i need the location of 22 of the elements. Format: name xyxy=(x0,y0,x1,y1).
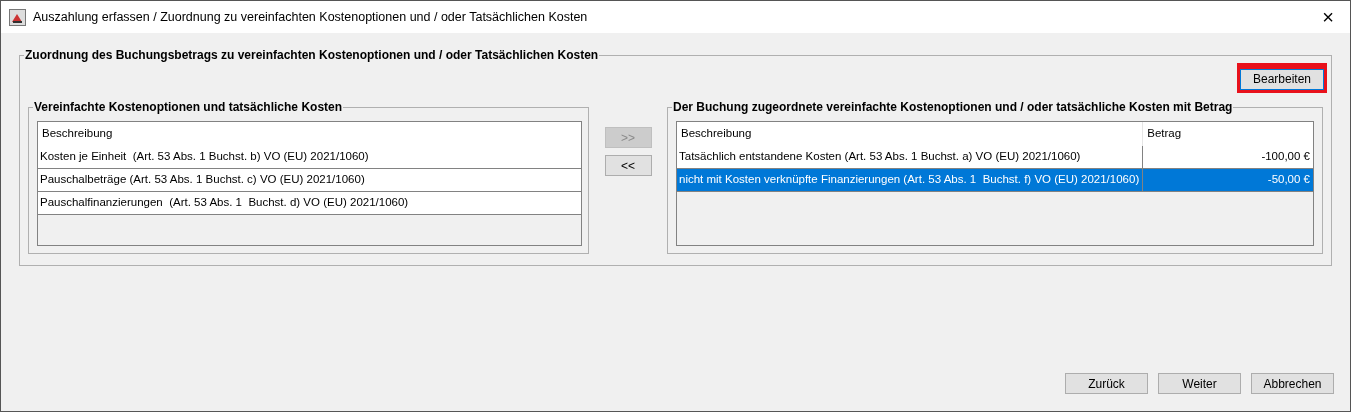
table-row[interactable]: Pauschalbeträge (Art. 53 Abs. 1 Buchst. c) VO (EU) 2021/1060) xyxy=(38,169,581,191)
panel-title: Vereinfachte Kostenoptionen und tatsächliche Kosten xyxy=(33,99,344,115)
table-row[interactable]: Pauschalfinanzierungen (Art. 53 Abs. 1 Buchst. d) VO (EU) 2021/1060) xyxy=(38,192,581,214)
table-cell-text: -100,00 € xyxy=(1260,149,1311,165)
footer-button[interactable]: Abbrechen xyxy=(1251,373,1334,394)
footer-button[interactable]: Zurück xyxy=(1065,373,1148,394)
table-cell: nicht mit Kosten verknüpfte Finanzierungen (Art. 53 Abs. 1 Buchst. f) VO (EU) 2021/1060) xyxy=(677,169,1144,191)
column-header[interactable]: Betrag xyxy=(1143,122,1313,146)
app-icon xyxy=(9,8,26,26)
table-row[interactable]: Kosten je Einheit (Art. 53 Abs. 1 Buchst. b) VO (EU) 2021/1060) xyxy=(38,146,581,168)
footer-button[interactable]: Weiter xyxy=(1158,373,1241,394)
close-button[interactable]: × xyxy=(1308,2,1348,32)
table-row[interactable]: nicht mit Kosten verknüpfte Finanzierungen (Art. 53 Abs. 1 Buchst. f) VO (EU) 2021/1060) -50,00 € xyxy=(677,169,1313,192)
panel-title: Der Buchung zugeordnete vereinfachte Kostenoptionen und / oder tatsächliche Kosten mit Betrag xyxy=(672,99,1234,115)
window-title: Auszahlung erfassen / Zuordnung zu vereinfachten Kostenoptionen und / oder Tatsächlichen Kosten xyxy=(33,8,588,26)
table-row[interactable]: Tatsächlich entstandene Kosten (Art. 53 Abs. 1 Buchst. a) VO (EU) 2021/1060) -100,00 € xyxy=(677,146,1313,169)
move-button[interactable]: << xyxy=(604,155,652,176)
table-cell: Tatsächlich entstandene Kosten (Art. 53 Abs. 1 Buchst. a) VO (EU) 2021/1060) xyxy=(677,146,1144,168)
table-cell-text: -50,00 € xyxy=(1266,172,1311,188)
column-header[interactable]: Beschreibung xyxy=(38,122,581,146)
edit-button[interactable]: Bearbeiten xyxy=(1240,68,1324,90)
group-title: Zuordnung des Buchungsbetrags zu vereinfachten Kostenoptionen und / oder Tatsächlichen Kosten xyxy=(24,47,600,63)
